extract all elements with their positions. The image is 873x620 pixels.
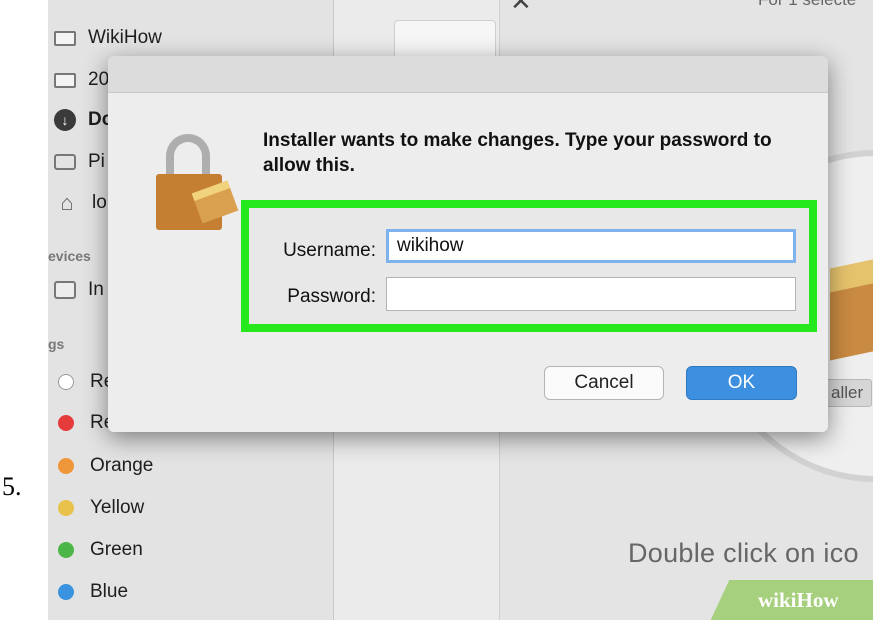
installer-badge[interactable]: aller xyxy=(822,379,873,407)
sidebar-item-wikihow[interactable]: WikiHow xyxy=(48,18,162,58)
lock-icon xyxy=(156,134,239,230)
disk-icon xyxy=(54,281,76,299)
dialog-prompt: Installer wants to make changes. Type yo… xyxy=(263,130,772,176)
sidebar-item-home[interactable]: ⌂ lo xyxy=(48,183,107,223)
package-icon[interactable] xyxy=(830,273,873,361)
folder-icon xyxy=(54,30,76,46)
sidebar-item-label: lo xyxy=(92,192,107,213)
credentials-highlight xyxy=(241,200,817,332)
tag-item-blue[interactable]: Blue xyxy=(48,572,128,612)
tags-header: gs xyxy=(48,336,65,352)
screenshot-frame: WikiHow 20 ↓ Do Pi ⌂ lo evices In gs Re xyxy=(48,0,873,620)
tag-label: Yellow xyxy=(90,497,145,518)
tag-dot-icon xyxy=(58,584,74,600)
close-icon[interactable]: ✕ xyxy=(510,0,532,17)
tag-dot-icon xyxy=(58,542,74,558)
ok-button[interactable]: OK xyxy=(686,366,797,400)
tag-dot-icon xyxy=(58,415,74,431)
tag-item[interactable]: Re xyxy=(48,362,114,402)
step-number: 5. xyxy=(2,472,22,501)
authentication-dialog: Installer wants to make changes. Type yo… xyxy=(108,56,828,432)
watermark-logo: wikiHow xyxy=(758,588,839,612)
password-label: Password: xyxy=(287,286,376,307)
tag-dot-icon xyxy=(58,374,74,390)
sidebar-item-label: In xyxy=(88,279,104,300)
sidebar-item-downloads[interactable]: ↓ Do xyxy=(48,100,113,140)
tag-item-green[interactable]: Green xyxy=(48,530,143,570)
sidebar-item-device[interactable]: In xyxy=(48,270,104,310)
download-icon: ↓ xyxy=(54,109,76,131)
camera-icon xyxy=(54,154,76,170)
tag-item-yellow[interactable]: Yellow xyxy=(48,488,144,528)
tag-dot-icon xyxy=(58,500,74,516)
dialog-titlebar xyxy=(108,56,828,93)
tag-label: Orange xyxy=(90,455,154,476)
password-field[interactable] xyxy=(386,277,796,311)
tag-item[interactable]: Re xyxy=(48,403,114,443)
username-label: Username: xyxy=(283,240,376,261)
tag-dot-icon xyxy=(58,458,74,474)
tag-label: Green xyxy=(90,539,143,560)
home-icon: ⌂ xyxy=(60,190,74,215)
selection-label: For 1 selecte xyxy=(758,0,856,10)
sidebar-item-folder[interactable]: 20 xyxy=(48,60,109,100)
install-hint: Double click on ico xyxy=(628,538,859,568)
sidebar-item-label: Pi xyxy=(88,151,105,172)
folder-icon xyxy=(54,72,76,88)
username-field[interactable] xyxy=(386,229,796,263)
sidebar-item-label: WikiHow xyxy=(88,27,162,48)
cancel-button[interactable]: Cancel xyxy=(544,366,664,400)
sidebar-item-pictures[interactable]: Pi xyxy=(48,142,105,182)
tag-item-orange[interactable]: Orange xyxy=(48,446,153,486)
sidebar-item-label: 20 xyxy=(88,69,110,90)
devices-header: evices xyxy=(48,248,91,264)
tag-label: Blue xyxy=(90,581,129,602)
